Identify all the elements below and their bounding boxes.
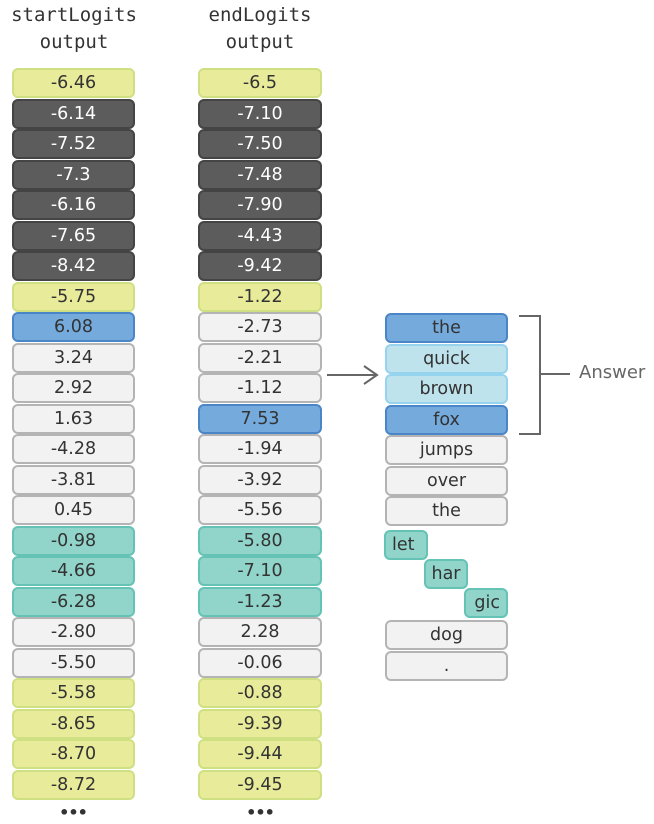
connectors xyxy=(327,315,570,435)
answer-bracket xyxy=(519,315,570,435)
arrow-icon xyxy=(327,365,379,385)
answer-label: Answer xyxy=(579,362,646,383)
